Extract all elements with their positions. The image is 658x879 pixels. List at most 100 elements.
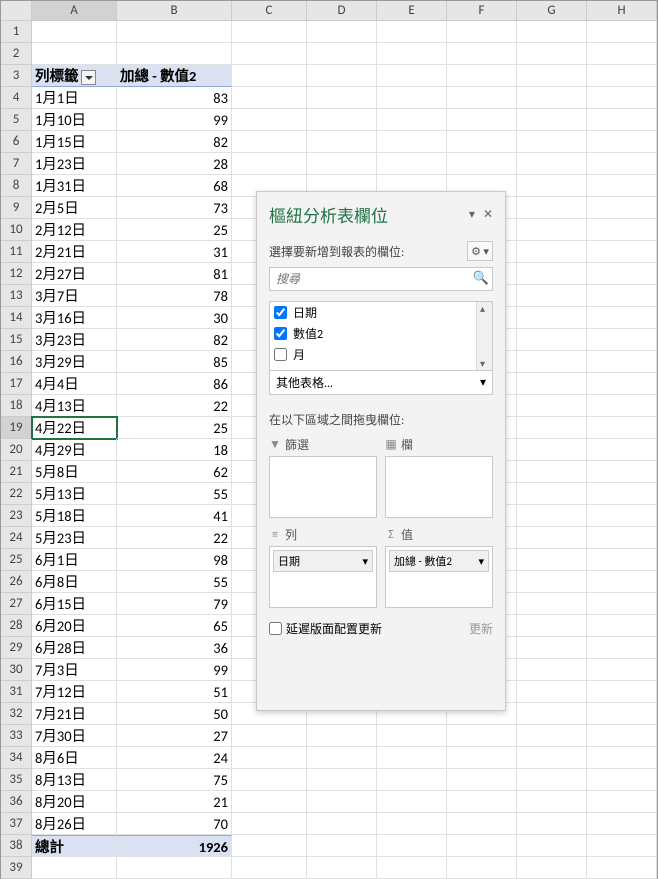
row-header[interactable]: 26 xyxy=(1,571,32,593)
cell[interactable] xyxy=(517,153,587,175)
cell[interactable] xyxy=(232,791,307,813)
data-cell[interactable]: 6月1日 xyxy=(32,549,117,571)
cell[interactable] xyxy=(447,65,517,87)
cell[interactable] xyxy=(517,813,587,835)
cell[interactable] xyxy=(447,857,517,879)
cell[interactable] xyxy=(447,725,517,747)
cell[interactable] xyxy=(377,769,447,791)
cell[interactable] xyxy=(517,351,587,373)
cell[interactable] xyxy=(517,549,587,571)
cell[interactable] xyxy=(587,285,657,307)
row-header[interactable]: 25 xyxy=(1,549,32,571)
cell[interactable] xyxy=(587,329,657,351)
row-labels-dropdown[interactable] xyxy=(81,70,96,85)
row-header[interactable]: 1 xyxy=(1,21,32,43)
row-header[interactable]: 29 xyxy=(1,637,32,659)
cell[interactable] xyxy=(517,87,587,109)
cell[interactable] xyxy=(517,263,587,285)
field-checkbox[interactable] xyxy=(274,306,287,319)
cell[interactable] xyxy=(447,791,517,813)
cell[interactable] xyxy=(447,109,517,131)
data-cell[interactable]: 50 xyxy=(117,703,232,725)
row-header[interactable]: 8 xyxy=(1,175,32,197)
data-cell[interactable]: 2月12日 xyxy=(32,219,117,241)
cell[interactable] xyxy=(307,835,377,857)
cell[interactable] xyxy=(517,835,587,857)
field-row[interactable]: 日期 xyxy=(270,302,492,323)
close-icon[interactable]: ✕ xyxy=(483,207,493,222)
data-cell[interactable]: 41 xyxy=(117,505,232,527)
cell[interactable] xyxy=(587,109,657,131)
cell[interactable] xyxy=(517,175,587,197)
row-header[interactable]: 28 xyxy=(1,615,32,637)
cell[interactable] xyxy=(307,21,377,43)
cell[interactable] xyxy=(517,307,587,329)
cell[interactable] xyxy=(517,461,587,483)
cell[interactable] xyxy=(587,21,657,43)
row-header[interactable]: 36 xyxy=(1,791,32,813)
data-cell[interactable]: 5月8日 xyxy=(32,461,117,483)
field-checkbox[interactable] xyxy=(274,348,287,361)
data-cell[interactable]: 4月4日 xyxy=(32,373,117,395)
cell[interactable] xyxy=(32,857,117,879)
cell[interactable] xyxy=(307,725,377,747)
cell[interactable] xyxy=(517,373,587,395)
cell[interactable] xyxy=(377,747,447,769)
data-cell[interactable]: 5月13日 xyxy=(32,483,117,505)
cell[interactable] xyxy=(447,153,517,175)
cell[interactable] xyxy=(587,527,657,549)
data-cell[interactable]: 5月18日 xyxy=(32,505,117,527)
cell[interactable] xyxy=(587,659,657,681)
cell[interactable] xyxy=(377,813,447,835)
row-header[interactable]: 20 xyxy=(1,439,32,461)
row-header[interactable]: 24 xyxy=(1,527,32,549)
cell[interactable] xyxy=(517,439,587,461)
cell[interactable] xyxy=(587,549,657,571)
select-all-corner[interactable] xyxy=(1,1,32,21)
data-cell[interactable]: 30 xyxy=(117,307,232,329)
cell[interactable] xyxy=(517,725,587,747)
data-cell[interactable]: 4月22日 xyxy=(32,417,117,439)
cell[interactable] xyxy=(587,505,657,527)
data-cell[interactable]: 1月1日 xyxy=(32,87,117,109)
cell[interactable] xyxy=(587,615,657,637)
cell[interactable] xyxy=(517,527,587,549)
data-cell[interactable]: 8月6日 xyxy=(32,747,117,769)
cell[interactable] xyxy=(307,65,377,87)
data-cell[interactable]: 2月21日 xyxy=(32,241,117,263)
data-cell[interactable]: 1月31日 xyxy=(32,175,117,197)
row-header[interactable]: 9 xyxy=(1,197,32,219)
cell[interactable] xyxy=(377,43,447,65)
row-header[interactable]: 7 xyxy=(1,153,32,175)
data-cell[interactable]: 82 xyxy=(117,329,232,351)
cell[interactable] xyxy=(587,461,657,483)
cell[interactable] xyxy=(587,263,657,285)
cell[interactable] xyxy=(587,65,657,87)
column-header-B[interactable]: B xyxy=(117,1,232,21)
cell[interactable] xyxy=(232,153,307,175)
cell[interactable] xyxy=(377,65,447,87)
cell[interactable] xyxy=(232,109,307,131)
field-checkbox[interactable] xyxy=(274,327,287,340)
data-cell[interactable]: 6月8日 xyxy=(32,571,117,593)
cell[interactable] xyxy=(517,571,587,593)
cell[interactable] xyxy=(517,197,587,219)
row-header[interactable]: 32 xyxy=(1,703,32,725)
data-cell[interactable]: 68 xyxy=(117,175,232,197)
cell[interactable] xyxy=(307,857,377,879)
gear-icon[interactable]: ⚙ ▾ xyxy=(467,241,493,261)
data-cell[interactable]: 7月30日 xyxy=(32,725,117,747)
data-cell[interactable]: 8月13日 xyxy=(32,769,117,791)
values-dropzone[interactable]: 加總 - 數值2▾ xyxy=(385,546,493,608)
data-cell[interactable]: 3月29日 xyxy=(32,351,117,373)
cell[interactable] xyxy=(307,131,377,153)
data-cell[interactable]: 22 xyxy=(117,395,232,417)
row-header[interactable]: 27 xyxy=(1,593,32,615)
cell[interactable] xyxy=(587,175,657,197)
data-cell[interactable]: 1月15日 xyxy=(32,131,117,153)
row-header[interactable]: 2 xyxy=(1,43,32,65)
data-cell[interactable]: 3月16日 xyxy=(32,307,117,329)
data-cell[interactable]: 3月23日 xyxy=(32,329,117,351)
cell[interactable] xyxy=(587,593,657,615)
data-cell[interactable]: 6月28日 xyxy=(32,637,117,659)
